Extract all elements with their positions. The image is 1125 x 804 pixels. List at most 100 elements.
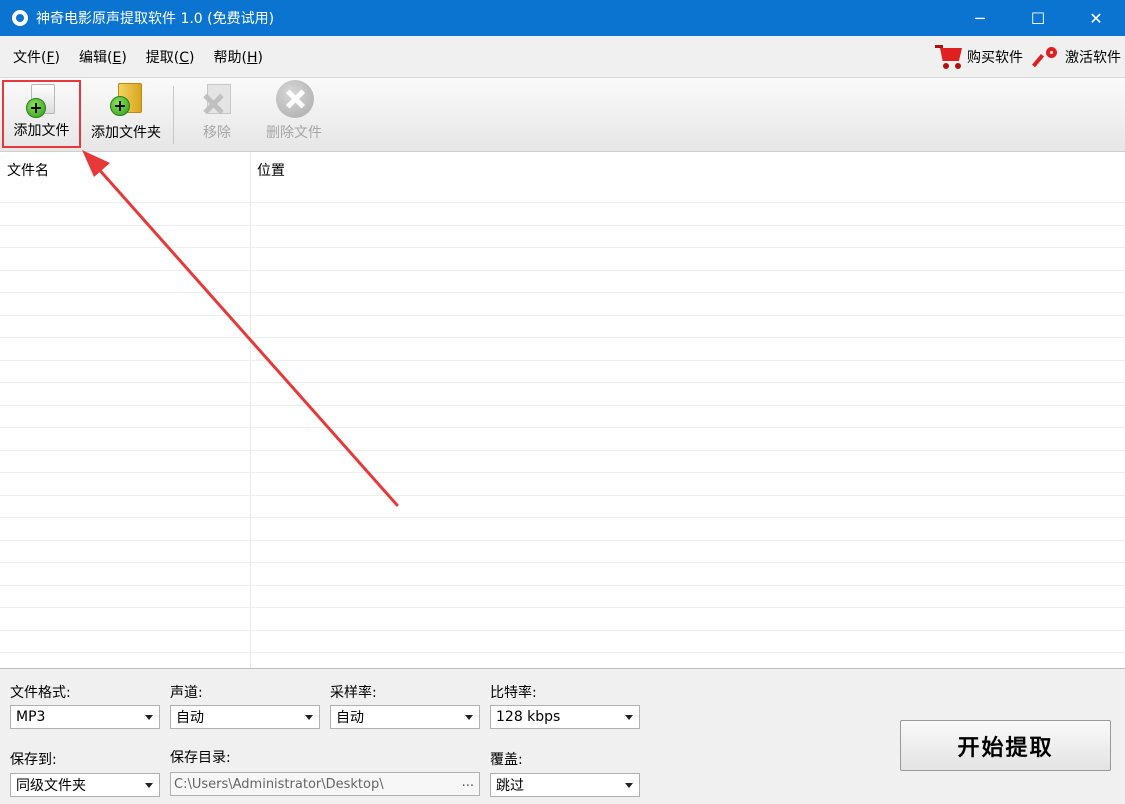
activate-software-label: 激活软件 <box>1065 50 1121 66</box>
menu-edit-end: ) <box>121 49 127 66</box>
chevron-down-icon <box>305 715 313 720</box>
menu-edit-label: 编辑( <box>79 49 113 66</box>
save-to-label: 保存到: <box>10 752 57 768</box>
save-dir-field[interactable]: C:\Users\Administrator\Desktop\ ... <box>170 772 480 796</box>
list-row <box>0 562 1125 585</box>
list-row <box>0 359 1125 383</box>
list-row <box>0 539 1125 563</box>
remove-icon <box>197 80 237 118</box>
delete-file-label: 删除文件 <box>266 125 322 141</box>
overwrite-value: 跳过 <box>496 778 524 794</box>
delete-file-icon <box>274 80 314 118</box>
toolbar-separator <box>173 86 174 144</box>
format-select[interactable]: MP3 <box>10 705 160 729</box>
list-row <box>0 202 1125 225</box>
overwrite-label: 覆盖: <box>490 752 523 768</box>
buy-software-label: 购买软件 <box>967 50 1023 66</box>
bitrate-value: 128 kbps <box>496 709 561 725</box>
list-row <box>0 517 1125 540</box>
list-header: 文件名 位置 <box>0 152 1125 184</box>
menu-right-actions: 购买软件 激活软件 <box>935 36 1125 78</box>
sample-rate-label: 采样率: <box>330 685 377 701</box>
chevron-down-icon <box>145 783 153 788</box>
settings-panel: 文件格式: MP3 声道: 自动 采样率: 自动 比特率: 128 kbps 保… <box>0 668 1125 804</box>
list-row <box>0 427 1125 450</box>
menu-file[interactable]: 文件(F) <box>13 47 60 67</box>
sample-rate-select[interactable]: 自动 <box>330 705 480 729</box>
add-folder-label: 添加文件夹 <box>91 125 161 141</box>
menu-bar: 文件(F) 编辑(E) 提取(C) 帮助(H) 购买软件 激活软件 <box>0 36 1125 78</box>
list-rows <box>0 202 1125 668</box>
chevron-down-icon <box>145 715 153 720</box>
activate-software-button[interactable]: 激活软件 <box>1032 45 1121 69</box>
file-list[interactable]: 文件名 位置 <box>0 152 1125 668</box>
list-row <box>0 314 1125 338</box>
remove-button[interactable]: 移除 <box>190 80 244 148</box>
channel-value: 自动 <box>176 710 204 726</box>
bitrate-label: 比特率: <box>490 685 537 701</box>
channel-label: 声道: <box>170 685 203 701</box>
menu-extract[interactable]: 提取(C) <box>146 47 195 67</box>
list-row <box>0 494 1125 518</box>
menu-file-accel: F <box>46 49 55 66</box>
menu-file-end: ) <box>54 49 60 66</box>
overwrite-select[interactable]: 跳过 <box>490 773 640 797</box>
list-row <box>0 584 1125 608</box>
list-row <box>0 337 1125 360</box>
menu-extract-accel: C <box>179 49 190 66</box>
close-button[interactable]: ✕ <box>1067 0 1125 36</box>
window-title: 神奇电影原声提取软件 1.0 (免费试用) <box>36 11 275 27</box>
save-dir-label: 保存目录: <box>170 750 231 766</box>
chevron-down-icon <box>625 783 633 788</box>
add-folder-icon <box>106 80 146 118</box>
menu-edit[interactable]: 编辑(E) <box>79 47 127 67</box>
list-row <box>0 472 1125 495</box>
browse-button[interactable]: ... <box>462 775 474 790</box>
sample-rate-value: 自动 <box>336 710 364 726</box>
channel-select[interactable]: 自动 <box>170 705 320 729</box>
list-row <box>0 382 1125 405</box>
app-logo-icon <box>12 10 28 26</box>
menu-file-label: 文件( <box>13 49 47 66</box>
column-header-location[interactable]: 位置 <box>257 160 285 180</box>
add-file-icon <box>22 82 62 118</box>
bitrate-select[interactable]: 128 kbps <box>490 705 640 729</box>
save-dir-value: C:\Users\Administrator\Desktop\ <box>174 776 384 792</box>
menu-help-label: 帮助( <box>213 49 247 66</box>
buy-software-button[interactable]: 购买软件 <box>935 44 1023 70</box>
list-row <box>0 652 1125 668</box>
menu-help-accel: H <box>246 49 258 66</box>
menu-help[interactable]: 帮助(H) <box>214 47 263 67</box>
save-to-value: 同级文件夹 <box>16 778 86 794</box>
key-icon <box>1032 45 1059 69</box>
list-row <box>0 224 1125 248</box>
column-header-filename[interactable]: 文件名 <box>7 160 49 180</box>
save-to-select[interactable]: 同级文件夹 <box>10 773 160 797</box>
list-row <box>0 269 1125 293</box>
window-controls: ─ ☐ ✕ <box>951 0 1125 36</box>
add-file-label: 添加文件 <box>13 123 70 139</box>
format-label: 文件格式: <box>10 685 71 701</box>
menu-help-end: ) <box>257 49 263 66</box>
minimize-button[interactable]: ─ <box>951 0 1009 36</box>
list-row <box>0 607 1125 630</box>
delete-file-button[interactable]: 删除文件 <box>260 80 328 148</box>
start-extract-button[interactable]: 开始提取 <box>900 720 1111 771</box>
add-file-button[interactable]: 添加文件 <box>2 80 81 148</box>
menu-extract-label: 提取( <box>145 49 180 66</box>
list-row <box>0 404 1125 428</box>
remove-label: 移除 <box>203 125 231 141</box>
list-row <box>0 292 1125 315</box>
toolbar: 添加文件 添加文件夹 移除 删除文件 <box>0 78 1125 152</box>
chevron-down-icon <box>625 715 633 720</box>
menu-edit-accel: E <box>112 49 122 66</box>
maximize-button[interactable]: ☐ <box>1009 0 1067 36</box>
list-row <box>0 449 1125 473</box>
list-row <box>0 247 1125 270</box>
list-row <box>0 629 1125 653</box>
add-folder-button[interactable]: 添加文件夹 <box>86 80 166 148</box>
title-bar: 神奇电影原声提取软件 1.0 (免费试用) ─ ☐ ✕ <box>0 0 1125 36</box>
menu-extract-end: ) <box>189 49 195 66</box>
chevron-down-icon <box>465 715 473 720</box>
format-value: MP3 <box>16 709 46 725</box>
